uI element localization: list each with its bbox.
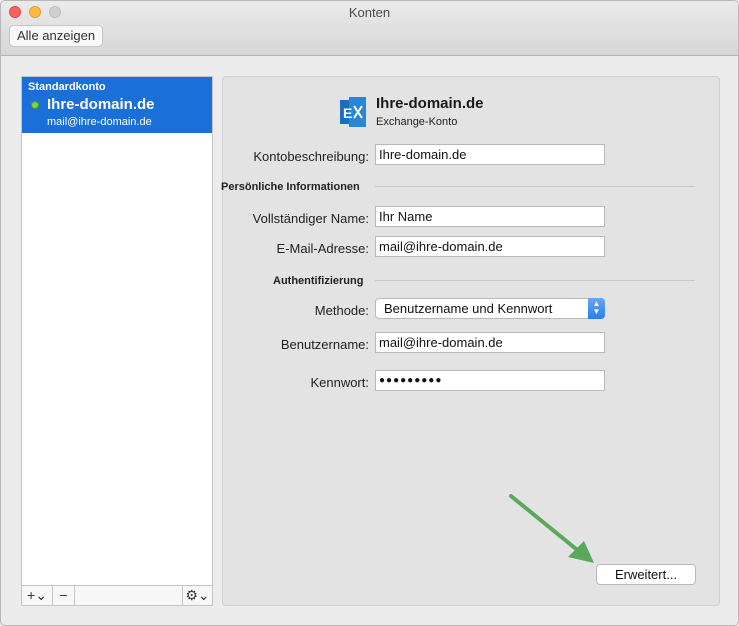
description-label: Kontobeschreibung:: [253, 149, 369, 164]
account-list-item[interactable]: Standardkonto Ihre-domain.de mail@ihre-d…: [22, 77, 212, 133]
titlebar: Konten Alle anzeigen: [1, 1, 738, 56]
window-title: Konten: [348, 5, 391, 20]
annotation-arrow-icon: [509, 494, 594, 563]
username-label: Benutzername:: [280, 337, 369, 352]
description-field[interactable]: [375, 144, 605, 165]
add-account-button[interactable]: +⌄: [22, 586, 53, 605]
account-title: Ihre-domain.de: [376, 95, 484, 112]
account-type: Exchange-Konto: [376, 116, 458, 128]
username-field[interactable]: [375, 332, 605, 353]
method-select[interactable]: Benutzername und Kennwort ▲ ▼: [375, 298, 605, 319]
email-field[interactable]: [375, 236, 605, 257]
section-authentication: Authentifizierung: [273, 275, 364, 287]
advanced-button[interactable]: Erweitert...: [596, 564, 696, 585]
email-label: E-Mail-Adresse:: [276, 241, 369, 256]
account-list: Standardkonto Ihre-domain.de mail@ihre-d…: [21, 76, 213, 606]
password-field[interactable]: ●●●●●●●●●: [375, 370, 605, 391]
remove-account-button[interactable]: −: [53, 586, 75, 605]
show-all-button[interactable]: Alle anzeigen: [9, 25, 104, 47]
account-group-header: Standardkonto: [28, 81, 106, 93]
section-personal-info: Persönliche Informationen: [221, 181, 360, 193]
password-label: Kennwort:: [310, 375, 369, 390]
account-list-toolbar: +⌄ − ⚙⌄: [22, 585, 212, 605]
svg-text:E: E: [343, 105, 352, 121]
full-name-label: Vollständiger Name:: [252, 211, 369, 226]
chevron-up-down-icon: ▲ ▼: [588, 298, 605, 319]
method-selected-value: Benutzername und Kennwort: [384, 301, 553, 316]
accounts-window: Konten Alle anzeigen Standardkonto Ihre-…: [0, 0, 739, 626]
account-name: Ihre-domain.de: [47, 96, 155, 113]
account-details-panel: E Ihre-domain.de Exchange-Konto Kontobes…: [221, 76, 720, 606]
status-online-icon: [31, 101, 39, 109]
method-label: Methode:: [314, 303, 369, 318]
account-email: mail@ihre-domain.de: [47, 116, 152, 128]
section-divider: [375, 280, 695, 281]
full-name-field[interactable]: [375, 206, 605, 227]
gear-menu-button[interactable]: ⚙⌄: [182, 586, 212, 605]
exchange-icon: E: [340, 97, 366, 127]
section-divider: [375, 186, 695, 187]
